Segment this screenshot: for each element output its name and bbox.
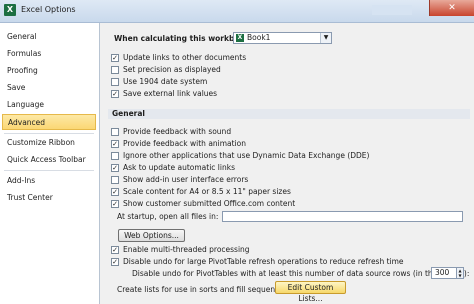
workbook-select[interactable]: X Book1 ▼ (233, 32, 332, 44)
web-options-button[interactable]: Web Options... (118, 229, 185, 242)
save-external-links-checkbox[interactable]: ✓ (111, 90, 119, 98)
undo-large-checkbox[interactable]: ✓ (111, 258, 119, 266)
multithread-label: Enable multi-threaded processing (123, 245, 250, 254)
sidebar-divider (4, 170, 94, 171)
title-bar-controls (372, 5, 412, 15)
feedback-sound-label: Provide feedback with sound (123, 127, 232, 136)
set-precision-checkbox[interactable] (111, 66, 119, 74)
save-external-links-label: Save external link values (123, 89, 218, 98)
office-content-label: Show customer submitted Office.com conte… (123, 199, 296, 208)
sidebar-item-trust-center[interactable]: Trust Center (2, 190, 96, 206)
sidebar-item-advanced[interactable]: Advanced (2, 114, 96, 130)
use-1904-checkbox[interactable] (111, 78, 119, 86)
addin-errors-checkbox[interactable] (111, 176, 119, 184)
general-section-header: General (108, 109, 470, 119)
office-content-checkbox[interactable]: ✓ (111, 200, 119, 208)
update-links-label: Update links to other documents (123, 53, 247, 62)
workbook-selected-value: Book1 (247, 33, 271, 42)
sidebar-item-quick-access-toolbar[interactable]: Quick Access Toolbar (2, 152, 96, 168)
startup-folder-label: At startup, open all files in: (117, 212, 219, 221)
scale-content-checkbox[interactable]: ✓ (111, 188, 119, 196)
ask-update-links-label: Ask to update automatic links (123, 163, 235, 172)
multithread-checkbox[interactable]: ✓ (111, 246, 119, 254)
sidebar-item-language[interactable]: Language (2, 97, 96, 113)
sidebar-item-save[interactable]: Save (2, 80, 96, 96)
undo-rows-label: Disable undo for PivotTables with at lea… (132, 269, 470, 278)
feedback-sound-checkbox[interactable] (111, 128, 119, 136)
edit-custom-lists-button[interactable]: Edit Custom Lists... (275, 281, 346, 303)
title-bar: X Excel Options ✕ (0, 0, 474, 23)
ask-update-links-checkbox[interactable]: ✓ (111, 164, 119, 172)
workbook-calc-label: When calculating this workbook: (114, 34, 253, 43)
feedback-animation-label: Provide feedback with animation (123, 139, 247, 148)
addin-errors-label: Show add-in user interface errors (123, 175, 249, 184)
use-1904-label: Use 1904 date system (123, 77, 208, 86)
close-button[interactable]: ✕ (429, 0, 474, 16)
options-sidebar: General Formulas Proofing Save Language … (0, 23, 100, 304)
undo-large-label: Disable undo for large PivotTable refres… (123, 257, 404, 266)
sidebar-item-formulas[interactable]: Formulas (2, 46, 96, 62)
ignore-dde-checkbox[interactable] (111, 152, 119, 160)
custom-lists-label: Create lists for use in sorts and fill s… (117, 285, 291, 294)
window-title: Excel Options (21, 5, 76, 14)
sidebar-divider (4, 133, 94, 134)
advanced-options-panel: When calculating this workbook: X Book1 … (106, 23, 474, 304)
sidebar-item-customize-ribbon[interactable]: Customize Ribbon (2, 135, 96, 151)
set-precision-label: Set precision as displayed (123, 65, 221, 74)
chevron-down-icon[interactable]: ▼ (320, 33, 331, 43)
sidebar-item-add-ins[interactable]: Add-Ins (2, 173, 96, 189)
ignore-dde-label: Ignore other applications that use Dynam… (123, 151, 370, 160)
sidebar-item-proofing[interactable]: Proofing (2, 63, 96, 79)
scale-content-label: Scale content for A4 or 8.5 x 11" paper … (123, 187, 291, 196)
sidebar-item-general[interactable]: General (2, 29, 96, 45)
feedback-animation-checkbox[interactable]: ✓ (111, 140, 119, 148)
undo-rows-stepper[interactable]: ▲ ▼ (456, 267, 464, 279)
undo-rows-input[interactable]: 300 (431, 267, 457, 279)
update-links-checkbox[interactable]: ✓ (111, 54, 119, 62)
workbook-icon: X (236, 34, 244, 42)
startup-folder-input[interactable] (222, 211, 463, 222)
excel-app-icon: X (4, 4, 16, 16)
